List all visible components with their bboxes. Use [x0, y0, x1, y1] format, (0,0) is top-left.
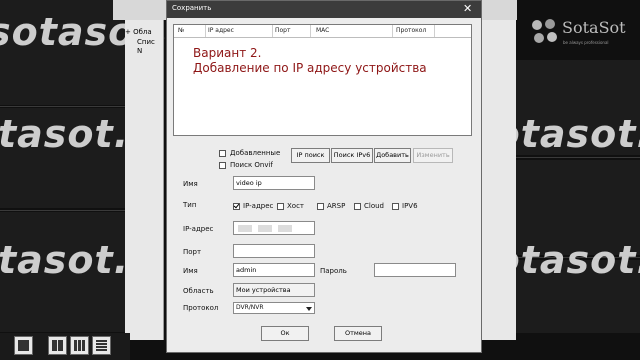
grid-line — [0, 106, 125, 107]
password-label: Пароль — [320, 267, 347, 275]
type-host-checkbox[interactable] — [277, 203, 284, 210]
onvif-checkbox[interactable] — [219, 162, 226, 169]
area-field[interactable]: Мои устройства — [233, 283, 315, 297]
ip-octet-blurred — [238, 225, 252, 232]
port-label: Порт — [183, 248, 202, 256]
ip-address-label: IP-адрес — [183, 225, 214, 233]
ip-octet-blurred — [258, 225, 272, 232]
column-header-ip[interactable]: IP адрес — [208, 27, 234, 34]
right-panel — [478, 20, 516, 340]
chevron-down-icon — [306, 307, 312, 311]
tree-item[interactable]: + Обла — [125, 28, 152, 36]
type-ip-label: IP-адрес — [243, 202, 274, 210]
type-host-label: Хост — [287, 202, 305, 210]
column-divider — [310, 25, 311, 37]
tree-item[interactable]: Спис — [137, 38, 155, 46]
logo: SotaSot be always professional — [530, 15, 640, 55]
protocol-select[interactable]: DVR/NVR — [233, 302, 315, 314]
column-header-number[interactable]: № — [178, 27, 184, 34]
layout-9-icon[interactable] — [70, 336, 89, 355]
type-ipv6-checkbox[interactable] — [392, 203, 399, 210]
close-icon[interactable]: ✕ — [463, 2, 472, 15]
password-field[interactable] — [374, 263, 456, 277]
added-checkbox[interactable] — [219, 150, 226, 157]
ok-button[interactable]: Ок — [261, 326, 309, 341]
logo-icon — [532, 19, 557, 43]
type-ipv6-label: IPV6 — [402, 202, 418, 210]
tree-item[interactable]: N — [137, 47, 142, 55]
ip-address-field[interactable] — [233, 221, 315, 235]
column-divider — [205, 25, 206, 37]
instruction-caption: Вариант 2. Добавление по IP адресу устро… — [193, 46, 427, 76]
layout-4-icon[interactable] — [48, 336, 67, 355]
add-button[interactable]: Добавить — [374, 148, 411, 163]
ip-search-button[interactable]: IP поиск — [291, 148, 330, 163]
port-field[interactable] — [233, 244, 315, 258]
dialog-title: Сохранить — [172, 4, 212, 12]
onvif-checkbox-label: Поиск Onvif — [230, 161, 273, 169]
grid-line — [516, 157, 640, 158]
protocol-label: Протокол — [183, 304, 219, 312]
type-arsp-checkbox[interactable] — [317, 203, 324, 210]
type-label: Тип — [183, 201, 197, 209]
username-label: Имя — [183, 267, 198, 275]
ip-octet-blurred — [278, 225, 292, 232]
added-checkbox-label: Добавленные — [230, 149, 281, 157]
name-field[interactable]: video ip — [233, 176, 315, 190]
column-divider — [434, 25, 435, 37]
logo-name: SotaSot — [562, 18, 626, 37]
type-cloud-checkbox[interactable] — [354, 203, 361, 210]
layout-16-icon[interactable] — [92, 336, 111, 355]
caption-line: Добавление по IP адресу устройства — [193, 61, 427, 75]
dialog-titlebar[interactable]: Сохранить ✕ — [167, 1, 481, 18]
list-header: № IP адрес Порт MAC Протокол — [174, 25, 471, 38]
caption-line: Вариант 2. — [193, 46, 262, 60]
device-search-list[interactable]: № IP адрес Порт MAC Протокол — [173, 24, 472, 136]
column-header-mac[interactable]: MAC — [316, 27, 329, 34]
column-divider — [392, 25, 393, 37]
save-device-dialog: Сохранить ✕ № IP адрес Порт MAC Протокол… — [166, 0, 482, 353]
layout-1-icon[interactable] — [14, 336, 33, 355]
type-cloud-label: Cloud — [364, 202, 384, 210]
ipv6-search-button[interactable]: Поиск IPv6 — [331, 148, 373, 163]
type-ip-checkbox[interactable] — [233, 203, 240, 210]
name-label: Имя — [183, 180, 198, 188]
cancel-button[interactable]: Отмена — [334, 326, 382, 341]
area-label: Область — [183, 287, 214, 295]
grid-line — [0, 210, 125, 211]
edit-button: Изменить — [413, 148, 453, 163]
column-header-protocol[interactable]: Протокол — [396, 27, 426, 34]
column-divider — [272, 25, 273, 37]
column-header-port[interactable]: Порт — [275, 27, 291, 34]
protocol-value: DVR/NVR — [236, 304, 264, 311]
type-arsp-label: ARSP — [327, 202, 346, 210]
username-field[interactable]: admin — [233, 263, 315, 277]
logo-tagline: be always professional — [563, 40, 609, 45]
device-tree-panel: + Обла Спис N — [125, 20, 164, 340]
